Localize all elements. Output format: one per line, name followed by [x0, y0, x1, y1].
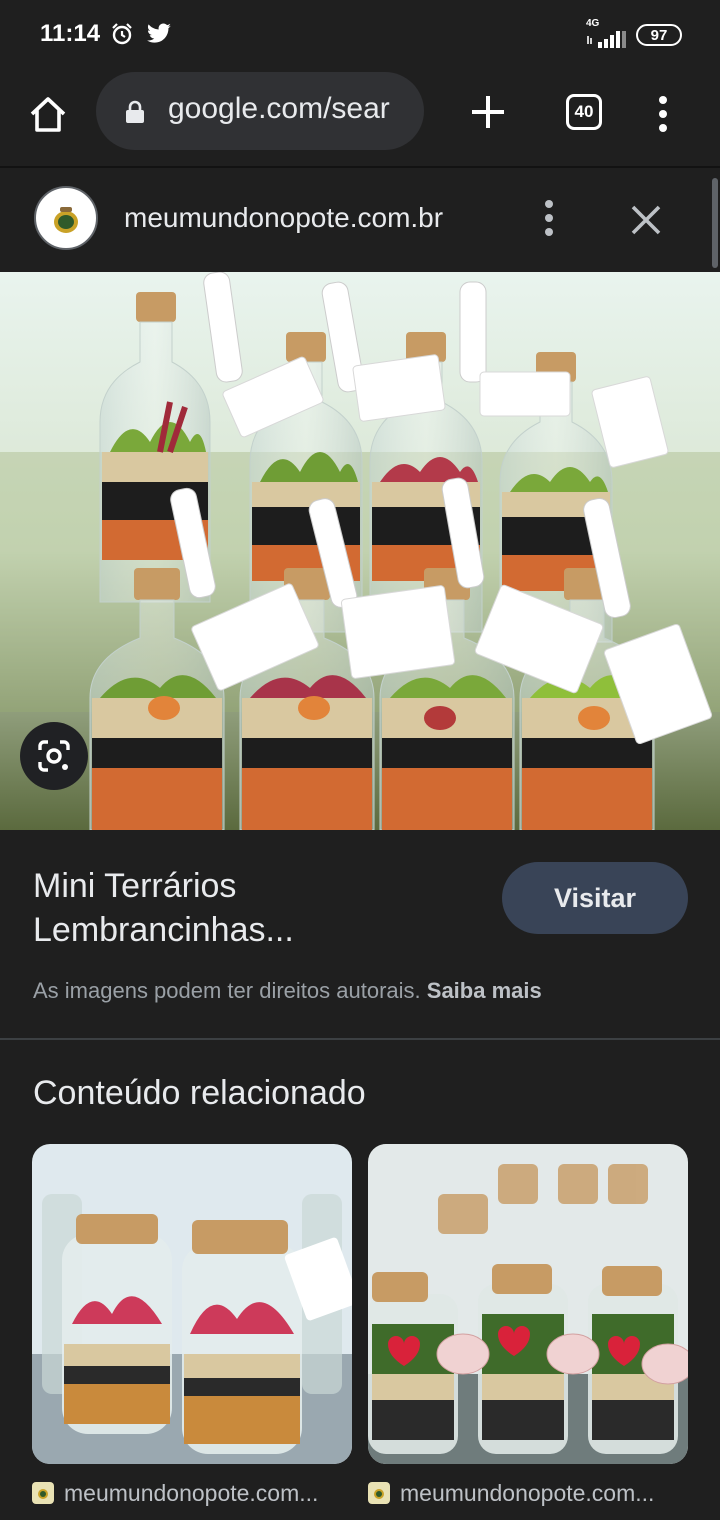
related-image-2[interactable]: [368, 1144, 688, 1464]
related-photo-2: [368, 1144, 688, 1464]
site-favicon-icon: [32, 1482, 54, 1504]
related-photo-1: [32, 1144, 352, 1464]
tab-switcher-button[interactable]: 40: [566, 94, 602, 130]
battery-indicator: 97: [636, 24, 682, 46]
learn-more-link[interactable]: Saiba mais: [427, 978, 542, 1003]
tab-count: 40: [574, 102, 594, 121]
url-text[interactable]: google.com/sear: [168, 92, 408, 126]
source-domain[interactable]: meumundonopote.com.br: [124, 202, 443, 234]
visit-button[interactable]: Visitar: [502, 862, 688, 934]
address-bar[interactable]: google.com/sear: [96, 72, 424, 150]
more-options-icon[interactable]: [652, 94, 674, 134]
copyright-text: As imagens podem ter direitos autorais.: [33, 978, 421, 1003]
divider: [0, 1038, 720, 1040]
related-heading: Conteúdo relacionado: [33, 1074, 366, 1112]
twitter-icon: [147, 23, 171, 43]
new-tab-icon[interactable]: [466, 90, 510, 134]
related-source-1[interactable]: meumundonopote.com...: [32, 1478, 318, 1508]
related-domain: meumundonopote.com...: [64, 1479, 319, 1506]
site-favicon-icon: [368, 1482, 390, 1504]
status-time: 11:14: [40, 20, 101, 47]
lock-icon[interactable]: [124, 100, 146, 124]
lens-icon: [38, 740, 70, 772]
network-type: 4G: [586, 18, 600, 29]
scrollbar[interactable]: [712, 178, 718, 268]
site-logo[interactable]: [34, 186, 98, 250]
visit-label: Visitar: [553, 882, 637, 913]
close-icon[interactable]: [628, 202, 664, 238]
jar-logo-icon: [54, 207, 78, 233]
source-options-icon[interactable]: [538, 198, 560, 238]
copyright-notice: As imagens podem ter direitos autorais. …: [33, 978, 542, 1004]
status-bar: 11:14 4G 97: [0, 0, 720, 70]
terrarium-photo: [0, 272, 720, 830]
network-indicator: 4G: [586, 18, 630, 48]
result-title[interactable]: Mini Terrários Lembrancinhas...: [33, 864, 453, 952]
related-source-2[interactable]: meumundonopote.com...: [368, 1478, 654, 1508]
main-image[interactable]: [0, 272, 720, 830]
related-image-1[interactable]: [32, 1144, 352, 1464]
image-source-header: meumundonopote.com.br: [0, 168, 720, 272]
browser-toolbar: google.com/sear 40: [0, 70, 720, 168]
home-icon[interactable]: [26, 92, 70, 136]
alarm-icon: [112, 23, 132, 45]
signal-icon: [587, 31, 626, 48]
google-lens-button[interactable]: [20, 722, 88, 790]
related-domain: meumundonopote.com...: [400, 1479, 655, 1506]
battery-level: 97: [650, 26, 668, 44]
